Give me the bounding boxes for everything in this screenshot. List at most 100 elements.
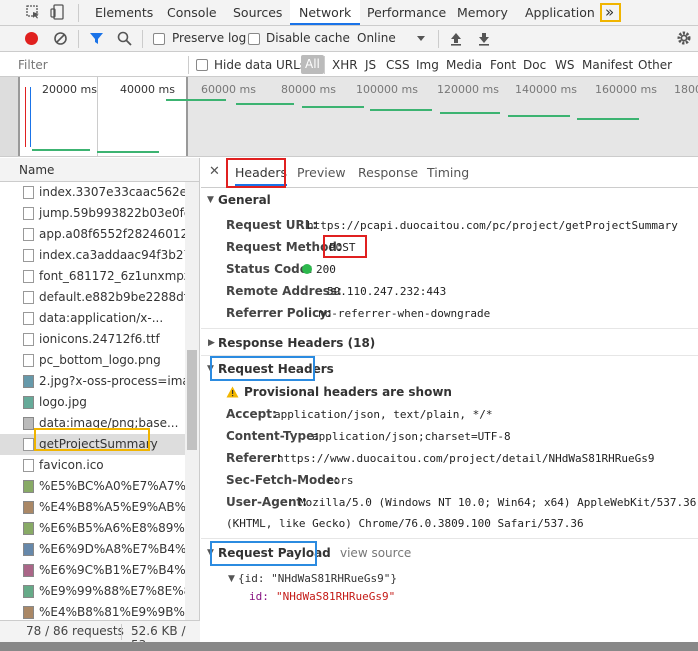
type-filter-js[interactable]: JS <box>365 58 376 72</box>
user-agent-value: Mozilla/5.0 (Windows NT 10.0; Win64; x64… <box>299 496 697 509</box>
timeline-selection-right-handle[interactable] <box>186 77 188 156</box>
request-row[interactable]: favicon.ico <box>0 455 185 476</box>
request-row[interactable]: default.e882b9be2288df45 <box>0 287 185 308</box>
network-toolbar: Preserve log Disable cache Online <box>0 26 698 52</box>
export-har-icon[interactable] <box>477 31 491 46</box>
name-column-header[interactable]: Name <box>19 163 54 177</box>
request-name: default.e882b9be2288df45 <box>39 290 185 304</box>
import-har-icon[interactable] <box>449 31 463 46</box>
timeline-tick: 40000 ms <box>120 83 175 96</box>
type-filter-xhr[interactable]: XHR <box>332 58 358 72</box>
request-name: app.a08f6552f28246012cc8 <box>39 227 185 241</box>
selected-request-highlight <box>34 428 150 451</box>
payload-id-value: "NHdWaS81RHRueGs9" <box>276 590 396 603</box>
timeline-tick: 60000 ms <box>201 83 256 96</box>
clear-icon[interactable] <box>53 31 68 46</box>
request-row[interactable]: ionicons.24712f6.ttf <box>0 329 185 350</box>
request-row[interactable]: 2.jpg?x-oss-process=image <box>0 371 185 392</box>
expand-object-icon[interactable]: ▼ <box>228 574 235 584</box>
method-highlight <box>323 235 367 258</box>
device-toolbar-icon[interactable] <box>50 4 66 20</box>
timeline-request-bar <box>440 112 500 114</box>
request-row[interactable]: font_681172_6z1unxmpzxy. <box>0 266 185 287</box>
timeline-request-bar <box>302 106 364 108</box>
type-filter-font[interactable]: Font <box>490 58 516 72</box>
request-row[interactable]: app.a08f6552f28246012cc8 <box>0 224 185 245</box>
tab-sources[interactable]: Sources <box>233 0 282 25</box>
request-row[interactable]: index.ca3addaac94f3b271e <box>0 245 185 266</box>
file-icon <box>23 270 34 283</box>
chevron-down-icon[interactable] <box>417 36 425 41</box>
request-name: %E4%B8%81%E9%9B%85% <box>39 605 185 619</box>
request-headers-highlight <box>210 356 315 381</box>
inspect-element-icon[interactable] <box>26 5 40 19</box>
type-filter-all[interactable]: All <box>301 55 324 74</box>
referer-label: Referer: <box>226 451 282 465</box>
tab-performance[interactable]: Performance <box>367 0 446 25</box>
tab-response[interactable]: Response <box>358 165 418 180</box>
timeline-overview[interactable]: 20000 ms 40000 ms 60000 ms 80000 ms 1000… <box>0 77 698 157</box>
type-filter-ws[interactable]: WS <box>555 58 574 72</box>
timeline-selection-left-handle[interactable] <box>18 77 20 156</box>
tab-memory[interactable]: Memory <box>457 0 508 25</box>
expand-triangle-icon[interactable]: ▶ <box>208 338 215 348</box>
timeline-marker <box>25 87 26 147</box>
general-section-title[interactable]: General <box>218 193 271 207</box>
type-filter-img[interactable]: Img <box>416 58 439 72</box>
request-row[interactable]: logo.jpg <box>0 392 185 413</box>
collapse-triangle-icon[interactable]: ▼ <box>207 195 214 205</box>
request-row[interactable]: %E9%99%88%E7%8E%89.jp <box>0 581 185 602</box>
record-icon[interactable] <box>25 32 38 45</box>
request-row[interactable]: %E6%B5%A6%E8%89%B3% <box>0 518 185 539</box>
accept-value: application/json, text/plain, */* <box>274 408 493 421</box>
disable-cache-checkbox[interactable] <box>248 33 260 45</box>
request-row[interactable]: data:application/x-... <box>0 308 185 329</box>
preserve-log-label: Preserve log <box>172 31 247 45</box>
type-filter-manifest[interactable]: Manifest <box>582 58 633 72</box>
hide-data-urls-checkbox[interactable] <box>196 59 208 71</box>
tab-application[interactable]: Application <box>525 0 595 25</box>
request-row[interactable]: %E6%9C%B1%E7%B4%AB <box>0 560 185 581</box>
timeline-tick: 20000 ms <box>42 83 97 96</box>
type-filter-other[interactable]: Other <box>638 58 672 72</box>
search-icon[interactable] <box>117 31 132 46</box>
request-row[interactable]: %E4%B8%A5%E9%AB%98. <box>0 497 185 518</box>
request-row[interactable]: %E5%BC%A0%E7%A7%89. <box>0 476 185 497</box>
view-source-link[interactable]: view source <box>340 546 411 560</box>
filter-input[interactable] <box>18 55 183 75</box>
preserve-log-checkbox[interactable] <box>153 33 165 45</box>
file-icon <box>23 312 34 325</box>
timeline-request-bar <box>32 149 90 151</box>
request-name: index.ca3addaac94f3b271e <box>39 248 185 262</box>
timeline-request-bar <box>97 151 159 153</box>
filter-icon[interactable] <box>89 31 104 46</box>
type-filter-css[interactable]: CSS <box>386 58 410 72</box>
gear-icon[interactable] <box>676 30 692 46</box>
response-headers-section-title[interactable]: Response Headers (18) <box>218 336 375 350</box>
type-filter-media[interactable]: Media <box>446 58 482 72</box>
request-row[interactable]: jump.59b993822b03e0fd6d <box>0 203 185 224</box>
user-agent-label: User-Agent: <box>226 495 308 509</box>
timeline-dim-left <box>0 77 18 156</box>
tab-network[interactable]: Network <box>290 0 361 25</box>
tab-console[interactable]: Console <box>167 0 217 25</box>
tab-preview[interactable]: Preview <box>297 165 346 180</box>
type-filter-doc[interactable]: Doc <box>523 58 546 72</box>
sec-fetch-mode-value: cors <box>327 474 354 487</box>
status-ok-icon <box>302 264 312 274</box>
request-row[interactable]: index.3307e33caac562e304 <box>0 182 185 203</box>
request-row[interactable]: %E4%B8%81%E9%9B%85% <box>0 602 185 620</box>
request-row[interactable]: %E6%9D%A8%E7%B4%9D. <box>0 539 185 560</box>
timeline-tick: 100000 ms <box>356 83 418 96</box>
request-url-label: Request URL: <box>226 218 318 232</box>
file-icon <box>23 249 34 262</box>
close-icon[interactable]: ✕ <box>209 164 220 179</box>
tab-timing[interactable]: Timing <box>427 165 469 180</box>
list-scrollbar-thumb[interactable] <box>187 350 197 450</box>
request-row[interactable]: pc_bottom_logo.png <box>0 350 185 371</box>
throttle-select[interactable]: Online <box>357 31 396 45</box>
request-name: favicon.ico <box>39 458 104 472</box>
timeline-tick: 140000 ms <box>515 83 577 96</box>
file-icon <box>23 291 34 304</box>
tab-elements[interactable]: Elements <box>95 0 153 25</box>
